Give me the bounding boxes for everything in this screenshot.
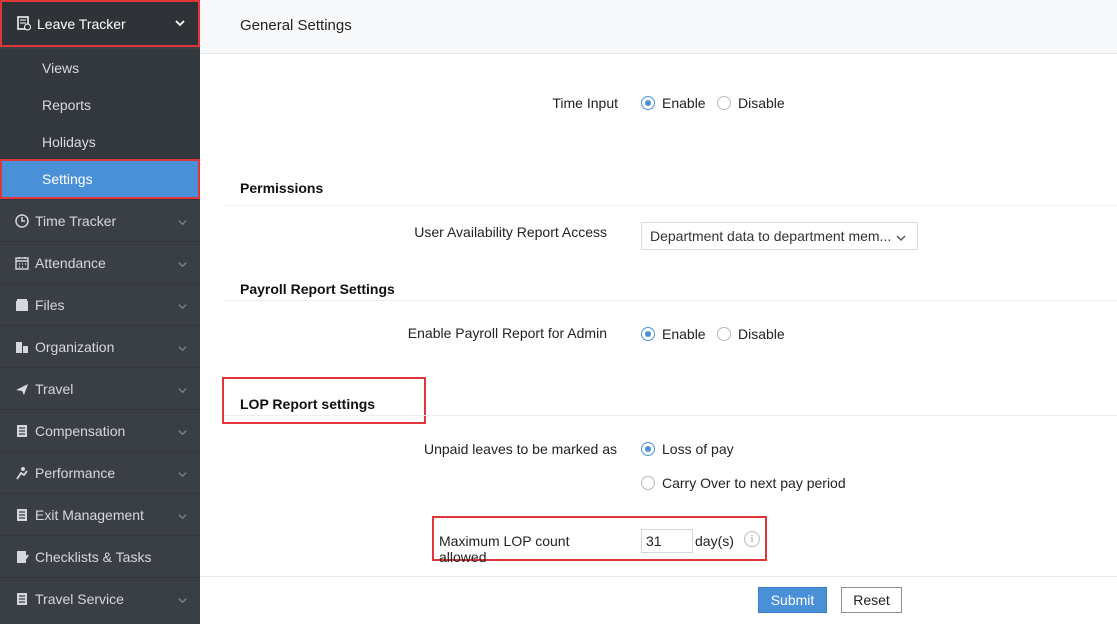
sidebar-subitem-reports[interactable]: Reports	[0, 86, 200, 123]
radio-unselected-icon	[717, 327, 731, 341]
max-lop-label: Maximum LOP count allowed	[439, 533, 570, 565]
clock-icon	[14, 213, 29, 228]
sidebar-item-organization[interactable]: Organization	[0, 325, 200, 367]
chevron-down-icon	[177, 593, 188, 609]
chevron-down-icon	[177, 425, 188, 441]
radio-unselected-icon	[717, 96, 731, 110]
sidebar-subitem-label: Settings	[42, 171, 93, 187]
sidebar-header-label: Leave Tracker	[37, 15, 126, 32]
performance-icon	[14, 465, 29, 480]
radio-unselected-icon	[641, 476, 655, 490]
sidebar-item-label: Files	[35, 296, 65, 313]
enable-payroll-label: Enable Payroll Report for Admin	[407, 325, 607, 341]
divider	[224, 300, 1117, 301]
user-availability-label: User Availability Report Access	[414, 224, 607, 240]
sidebar-subitem-label: Holidays	[42, 133, 96, 150]
sidebar-item-checklists[interactable]: Checklists & Tasks	[0, 535, 200, 577]
user-availability-select[interactable]: Department data to department mem...	[641, 222, 918, 250]
chevron-down-icon	[177, 215, 188, 231]
info-icon[interactable]: i	[744, 531, 760, 547]
files-icon	[14, 297, 29, 312]
max-lop-unit: day(s)	[695, 533, 734, 549]
footer-bar	[200, 576, 1117, 624]
select-value: Department data to department mem...	[650, 228, 892, 244]
radio-label: Disable	[738, 95, 785, 111]
sidebar-item-label: Exit Management	[35, 506, 144, 523]
plane-icon	[14, 381, 29, 396]
divider	[224, 415, 1117, 416]
max-lop-input[interactable]	[641, 529, 693, 553]
sidebar-item-label: Organization	[35, 338, 115, 355]
sidebar-item-label: Time Tracker	[35, 212, 117, 229]
reset-button[interactable]: Reset	[841, 587, 902, 613]
sidebar-item-compensation[interactable]: Compensation	[0, 409, 200, 451]
chevron-down-icon	[895, 231, 907, 247]
sidebar-subitem-label: Views	[42, 59, 80, 76]
submit-button[interactable]: Submit	[758, 587, 827, 613]
sidebar-subitem-holidays[interactable]: Holidays	[0, 123, 200, 160]
radio-label: Loss of pay	[662, 441, 734, 457]
sidebar-item-time-tracker[interactable]: Time Tracker	[0, 199, 200, 241]
section-permissions: Permissions	[240, 180, 324, 196]
radio-label: Enable	[662, 95, 706, 111]
calendar-icon	[14, 255, 29, 270]
sidebar-item-files[interactable]: Files	[0, 283, 200, 325]
radio-selected-icon	[641, 327, 655, 341]
time-input-enable-radio[interactable]: Enable	[641, 95, 706, 111]
chevron-down-icon	[177, 509, 188, 525]
divider	[224, 205, 1117, 206]
chevron-down-icon	[177, 467, 188, 483]
chevron-down-icon	[177, 299, 188, 315]
sidebar-subitem-views[interactable]: Views	[0, 49, 200, 86]
document-icon	[14, 423, 29, 438]
chevron-down-icon	[177, 341, 188, 357]
page-header: General Settings	[200, 0, 1117, 54]
time-input-disable-radio[interactable]: Disable	[717, 95, 785, 111]
chevron-down-icon	[177, 383, 188, 399]
section-payroll: Payroll Report Settings	[240, 281, 395, 297]
radio-label: Carry Over to next pay period	[662, 475, 846, 491]
sidebar-subitem-settings[interactable]: Settings	[0, 159, 200, 199]
chevron-down-icon	[174, 16, 186, 32]
loss-of-pay-radio[interactable]: Loss of pay	[641, 441, 734, 457]
sidebar-item-travel[interactable]: Travel	[0, 367, 200, 409]
radio-selected-icon	[641, 442, 655, 456]
payroll-disable-radio[interactable]: Disable	[717, 326, 785, 342]
checklist-icon	[14, 549, 29, 564]
unpaid-leaves-label: Unpaid leaves to be marked as	[424, 441, 617, 457]
radio-label: Disable	[738, 326, 785, 342]
sidebar-item-performance[interactable]: Performance	[0, 451, 200, 493]
time-input-label: Time Input	[552, 95, 618, 111]
sidebar-item-attendance[interactable]: Attendance	[0, 241, 200, 283]
sidebar-item-exit-management[interactable]: Exit Management	[0, 493, 200, 535]
sidebar-item-label: Travel	[35, 380, 74, 397]
radio-selected-icon	[641, 96, 655, 110]
sidebar-subitem-label: Reports	[42, 96, 92, 113]
section-lop: LOP Report settings	[240, 396, 376, 412]
leave-tracker-icon	[16, 16, 31, 31]
sidebar-item-label: Checklists & Tasks	[35, 548, 152, 565]
sidebar-item-leave-tracker[interactable]: Leave Tracker	[0, 0, 200, 47]
sidebar-item-travel-service[interactable]: Travel Service	[0, 577, 200, 619]
organization-icon	[14, 339, 29, 354]
sidebar-item-label: Performance	[35, 464, 116, 481]
carry-over-radio[interactable]: Carry Over to next pay period	[641, 475, 846, 491]
document-icon	[14, 507, 29, 522]
document-icon	[14, 591, 29, 606]
payroll-enable-radio[interactable]: Enable	[641, 326, 706, 342]
sidebar: Leave Tracker Views Reports Holidays Set…	[0, 0, 200, 624]
sidebar-item-label: Attendance	[35, 254, 106, 271]
sidebar-item-label: Travel Service	[35, 590, 124, 607]
radio-label: Enable	[662, 326, 706, 342]
sidebar-item-label: Compensation	[35, 422, 126, 439]
chevron-down-icon	[177, 257, 188, 273]
page-title: General Settings	[240, 17, 352, 34]
